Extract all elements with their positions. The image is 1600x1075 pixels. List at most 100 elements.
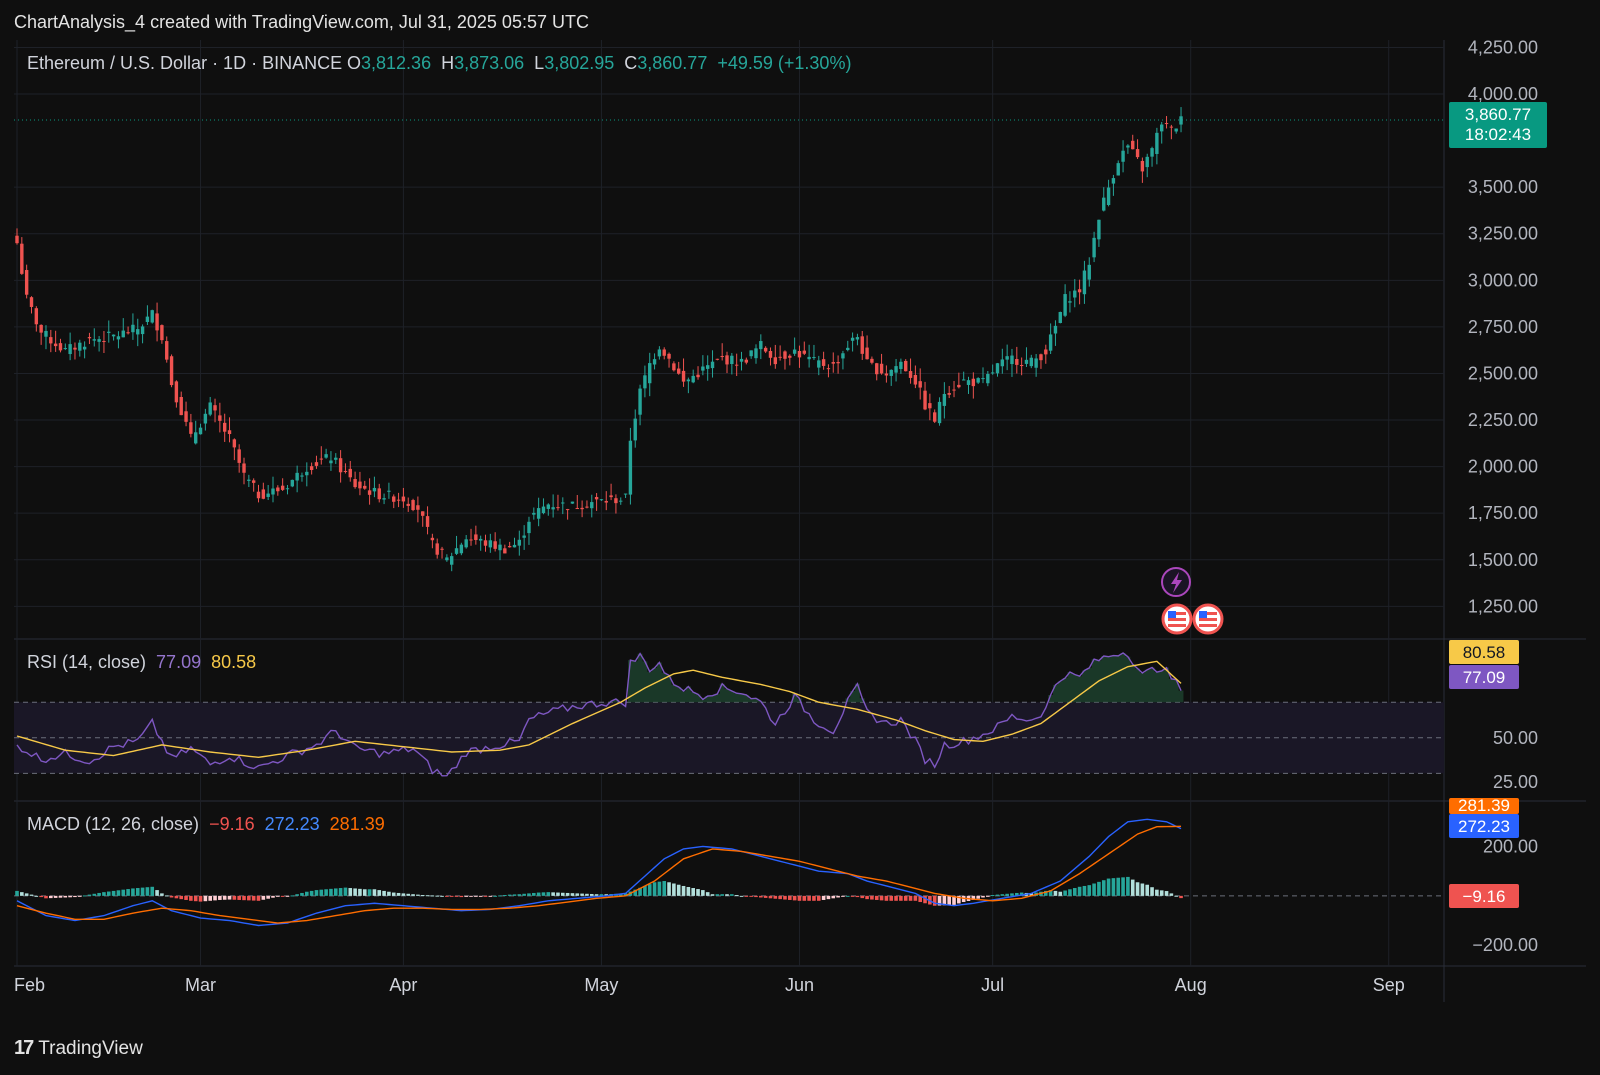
candle-body: [1015, 359, 1019, 365]
macd-histogram-bar: [82, 895, 87, 897]
macd-histogram-bar: [242, 895, 246, 901]
macd-signal-value: 281.39: [330, 814, 385, 834]
macd-histogram-bar: [20, 892, 24, 896]
chart-area[interactable]: Feb Mar Apr May Jun Jul Aug Sep 1,250.00 1,500.00…: [14, 37, 1586, 1022]
open-label: O: [347, 53, 361, 73]
candle-body: [1121, 150, 1125, 162]
candle-body: [609, 495, 613, 498]
macd-histogram-bar: [247, 895, 251, 901]
chart-svg[interactable]: Feb Mar Apr May Jun Jul Aug Sep 1,250.00 1,500.00…: [14, 37, 1586, 1022]
candle-body: [918, 381, 922, 388]
candle-body: [251, 480, 256, 483]
candle-body: [469, 539, 473, 541]
candle-body: [1111, 178, 1116, 184]
macd-histogram-bar: [372, 889, 377, 896]
candle-body: [875, 363, 879, 375]
candle-body: [111, 334, 116, 337]
candle-body: [324, 454, 328, 458]
macd-histogram-bar: [657, 881, 662, 896]
macd-histogram-bar: [759, 895, 763, 898]
macd-histogram-bar: [807, 895, 811, 901]
candle-body: [1034, 358, 1038, 368]
macd-histogram-bar: [73, 895, 77, 898]
us-flag-event-icon[interactable]: [1161, 603, 1193, 635]
macd-histogram-bar: [87, 894, 92, 896]
candle-body: [507, 546, 512, 548]
macd-histogram-bar: [29, 894, 34, 896]
lightning-event-icon[interactable]: [1161, 567, 1191, 597]
candle-body: [599, 499, 604, 501]
macd-histogram-bar: [594, 894, 599, 896]
candle-body: [792, 349, 797, 354]
candle-body: [208, 402, 212, 415]
macd-histogram-bar: [816, 895, 821, 901]
candle-body: [826, 368, 831, 370]
candle-body: [73, 347, 77, 350]
macd-signal-line: [16, 825, 1182, 924]
macd-histogram-bar: [845, 895, 850, 897]
candle-body: [937, 401, 942, 424]
macd-histogram-bar: [894, 895, 898, 901]
macd-histogram-bar: [203, 895, 208, 902]
candle-body: [358, 481, 362, 489]
candle-body: [860, 336, 864, 354]
tradingview-brand: TradingView: [38, 1037, 143, 1059]
candle-body: [227, 430, 232, 435]
candle-body: [1058, 312, 1062, 323]
macd-histogram-bar: [932, 895, 937, 906]
macd-histogram-bar: [1106, 878, 1111, 896]
candle-body: [696, 374, 700, 378]
macd-histogram-bar: [749, 895, 753, 897]
macd-histogram-bar: [1010, 893, 1014, 896]
rsi-ma-value: 80.58: [211, 652, 256, 672]
macd-histogram-bar: [280, 895, 285, 897]
candle-body: [503, 548, 507, 554]
candle-body: [551, 507, 555, 510]
price-tick-label: 3,500.00: [1468, 177, 1538, 197]
tradingview-logo[interactable]: 17 TradingView: [14, 1037, 143, 1060]
candle-body: [319, 458, 323, 460]
macd-histogram-bar: [541, 892, 546, 896]
price-tick-label: 1,250.00: [1468, 596, 1538, 616]
candle-body: [1126, 145, 1130, 148]
candle-body: [305, 471, 309, 476]
price-tick-label: 3,000.00: [1468, 270, 1538, 290]
price-tick-label: 2,500.00: [1468, 363, 1538, 383]
candle-body: [633, 418, 637, 441]
candle-body: [478, 538, 483, 541]
candle-body: [242, 463, 246, 473]
candle-body: [517, 539, 522, 546]
candle-body: [1087, 264, 1091, 280]
candle-body: [1116, 163, 1120, 176]
rsi-tag-label: 77.09: [1463, 668, 1506, 687]
candle-body: [677, 368, 681, 374]
macd-histogram-bar: [305, 891, 309, 896]
close-label: C: [624, 53, 637, 73]
candle-body: [763, 347, 768, 352]
candle-body: [372, 487, 377, 492]
candle-body: [189, 422, 193, 434]
macd-histogram-bar: [266, 895, 270, 899]
candle-body: [971, 378, 976, 387]
macd-histogram-bar: [411, 894, 415, 896]
candle-body: [744, 359, 749, 363]
candle-body: [1164, 123, 1169, 125]
macd-histogram-bar: [1000, 894, 1005, 896]
candle-body: [720, 356, 724, 358]
macd-histogram-bar: [198, 895, 203, 902]
macd-histogram-bar: [1179, 895, 1183, 899]
macd-histogram-bar: [213, 895, 217, 901]
candle-body: [15, 235, 19, 244]
macd-histogram-bar: [1097, 881, 1101, 896]
candle-body: [532, 512, 536, 515]
candle-body: [276, 487, 280, 492]
candle-body: [797, 350, 802, 358]
us-flag-event-icon-2[interactable]: [1192, 603, 1224, 635]
candle-body: [662, 349, 666, 356]
candle-body: [58, 343, 63, 351]
candle-body: [353, 479, 357, 488]
macd-histogram-bar: [271, 895, 275, 898]
rsi-tick-label: 50.00: [1493, 728, 1538, 748]
macd-histogram-bar: [348, 888, 353, 896]
macd-histogram-bar: [1063, 890, 1067, 896]
